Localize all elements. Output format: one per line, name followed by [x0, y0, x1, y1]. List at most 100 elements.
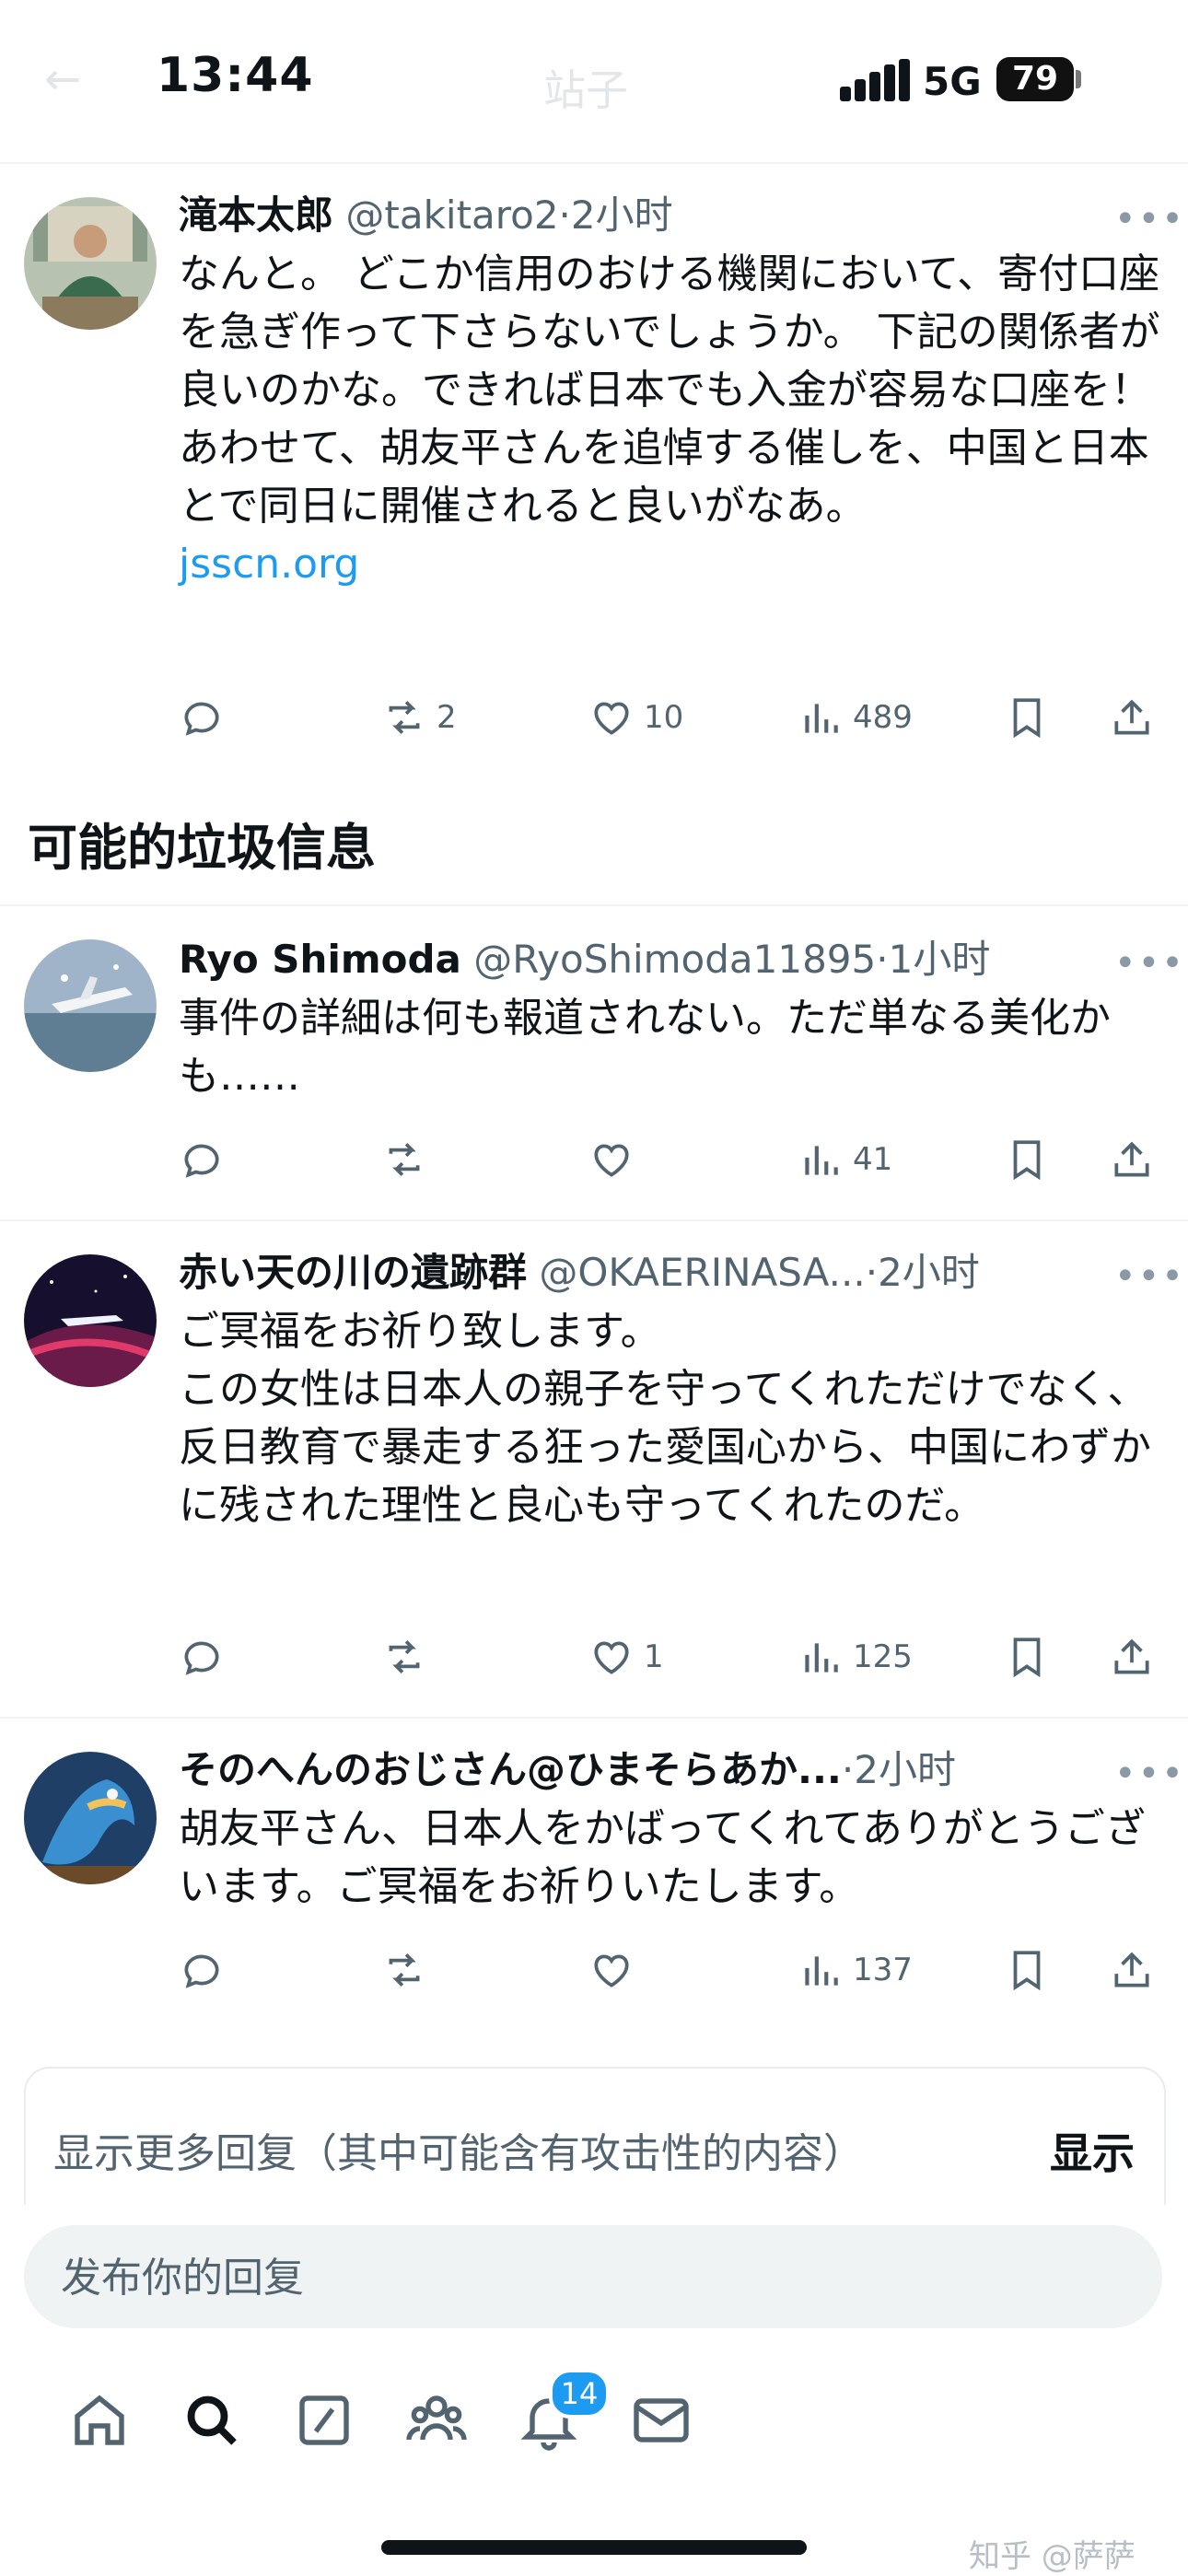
dot-separator: · [876, 937, 889, 982]
tab-bar: 14 [0, 2369, 1188, 2476]
compose-icon [299, 2395, 349, 2445]
views-count: 125 [853, 1638, 913, 1675]
like-count: 10 [644, 699, 684, 736]
tweet-text-line: あわせて、胡友平さんを追悼する催しを、中国と日本とで同日に開催されると良いがなあ… [179, 425, 1149, 530]
show-button[interactable]: 显示 [1050, 2120, 1135, 2181]
reply-button[interactable] [179, 1938, 234, 2002]
heart-icon [594, 1144, 629, 1177]
tweet-text: なんと。 どこか信用のおける機関において、寄付口座を急ぎ作って下さらないでしょう… [179, 245, 1164, 593]
reply-composer[interactable] [24, 2225, 1162, 2328]
reply-input[interactable] [59, 2249, 1122, 2306]
status-bar: ← 站子 13:44 5G 79 [0, 0, 1188, 162]
author-handle[interactable]: @takitaro2 [345, 192, 558, 238]
bookmark-button[interactable] [1004, 1127, 1050, 1192]
tweet-link[interactable]: jsscn.org [179, 535, 1164, 593]
signal-icon [840, 59, 910, 101]
back-arrow-icon[interactable]: ← [44, 53, 81, 105]
more-options-icon[interactable]: ••• [1114, 1755, 1185, 1792]
reply-icon [184, 1641, 219, 1675]
divider [0, 904, 1188, 906]
bookmark-button[interactable] [1004, 1938, 1050, 2002]
avatar[interactable] [24, 197, 157, 330]
battery-tip [1076, 70, 1081, 88]
show-more-replies-label: 显示更多回复（其中可能含有攻击性的内容） [53, 2130, 864, 2177]
author-handle[interactable]: @RyoShimoda11895 [473, 937, 876, 982]
author-name[interactable]: そのへんのおじさん@ひまそらあか... [179, 1747, 842, 1792]
author-name[interactable]: Ryo Shimoda [179, 937, 461, 982]
show-more-replies[interactable]: 显示更多回复（其中可能含有攻击性的内容） 显示 [24, 2067, 1166, 2227]
retweet-button[interactable] [381, 1625, 437, 1689]
like-button[interactable] [588, 1938, 644, 2002]
share-icon [1114, 1141, 1149, 1177]
tweet-header: 滝本太郎 @takitaro2·2小时 [179, 188, 673, 243]
tweet-time: 2小时 [854, 1747, 956, 1792]
tab-messages[interactable] [615, 2374, 707, 2466]
dot-separator: · [558, 192, 571, 238]
tweet-actions: 41 [179, 1127, 1164, 1192]
reply-button[interactable] [179, 685, 234, 750]
more-options-icon[interactable]: ••• [1114, 201, 1185, 238]
tab-compose[interactable] [278, 2374, 370, 2466]
views-button[interactable]: 125 [798, 1625, 913, 1689]
share-icon [1114, 699, 1149, 735]
tweet-text-line: 事件の詳細は何も報道されない。ただ単なる美化かも…… [179, 995, 1111, 1100]
avatar[interactable] [24, 1752, 157, 1884]
retweet-count: 2 [437, 699, 457, 736]
like-button[interactable] [588, 1127, 644, 1192]
tab-search[interactable] [166, 2374, 258, 2466]
share-button[interactable] [1109, 1625, 1155, 1689]
more-options-icon[interactable]: ••• [1114, 1258, 1185, 1295]
author-name[interactable]: 赤い天の川の遺跡群 [179, 1250, 527, 1295]
bookmark-button[interactable] [1004, 685, 1050, 750]
retweet-icon [389, 701, 420, 734]
views-count: 137 [853, 1952, 913, 1988]
dot-separator: · [865, 1250, 879, 1295]
divider [0, 162, 1188, 164]
tweet-header: 赤い天の川の遺跡群 @OKAERINASA...·2小时 [179, 1245, 980, 1300]
like-button[interactable]: 10 [588, 685, 683, 750]
bookmark-button[interactable] [1004, 1625, 1050, 1689]
tab-notifications[interactable]: 14 [503, 2369, 610, 2466]
tab-communities[interactable] [390, 2374, 483, 2466]
author-name[interactable]: 滝本太郎 [179, 192, 333, 238]
share-button[interactable] [1109, 1938, 1155, 2002]
reply-icon [184, 1954, 219, 1988]
retweet-button[interactable] [381, 1938, 437, 2002]
tweet-actions: 1 125 [179, 1625, 1164, 1689]
retweet-button[interactable]: 2 [381, 685, 457, 750]
share-icon [1114, 1638, 1149, 1674]
views-count: 41 [853, 1141, 893, 1178]
tweet-time: 2小时 [878, 1250, 980, 1295]
tweet-text-line: この女性は日本人の親子を守ってくれただけでなく、反日教育で暴走する狂った愛国心か… [179, 1366, 1151, 1529]
home-icon [75, 2395, 124, 2445]
reply-button[interactable] [179, 1625, 234, 1689]
views-chart-icon [805, 704, 838, 733]
section-title: 可能的垃圾信息 [28, 819, 376, 877]
retweet-button[interactable] [381, 1127, 437, 1192]
heart-icon [594, 702, 629, 735]
dot-separator: · [841, 1747, 855, 1792]
share-button[interactable] [1109, 685, 1155, 750]
like-button[interactable]: 1 [588, 1625, 664, 1689]
bookmark-icon [1013, 698, 1041, 739]
avatar[interactable] [24, 939, 157, 1072]
author-handle[interactable]: @OKAERINASA... [539, 1250, 865, 1295]
like-count: 1 [644, 1638, 664, 1675]
battery-icon: 79 [996, 57, 1074, 101]
search-icon [187, 2395, 237, 2445]
heart-icon [594, 1641, 629, 1674]
views-chart-icon [805, 1956, 838, 1986]
views-button[interactable]: 489 [798, 685, 913, 750]
avatar[interactable] [24, 1254, 157, 1387]
share-button[interactable] [1109, 1127, 1155, 1192]
tweet-actions: 137 [179, 1938, 1164, 2002]
more-options-icon[interactable]: ••• [1114, 945, 1185, 982]
tab-home[interactable] [53, 2374, 146, 2466]
retweet-icon [389, 1953, 420, 1987]
views-button[interactable]: 137 [798, 1938, 913, 2002]
watermark: 知乎 @萨萨 [969, 2538, 1136, 2575]
views-button[interactable]: 41 [798, 1127, 892, 1192]
tweet-time: 1小时 [888, 937, 991, 982]
reply-button[interactable] [179, 1127, 234, 1192]
tweet-text: ご冥福をお祈り致します。 この女性は日本人の親子を守ってくれただけでなく、反日教… [179, 1302, 1164, 1534]
